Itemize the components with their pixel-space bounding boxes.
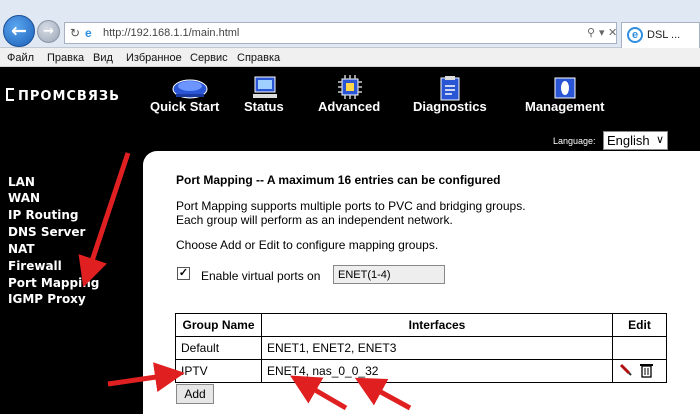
column-header-group: Group Name — [175, 313, 262, 337]
language-bar: Language: English ∨ — [143, 131, 700, 151]
stop-icon[interactable]: ✕ — [608, 26, 617, 39]
menu-file[interactable]: Файл — [7, 52, 34, 64]
menu-edit[interactable]: Правка — [47, 52, 84, 64]
edit-actions — [619, 363, 653, 378]
virtual-ports-field[interactable]: ENET(1-4) — [333, 265, 445, 284]
edit-cell — [612, 359, 667, 383]
edit-pencil-icon[interactable] — [619, 363, 632, 376]
instructions-text: Choose Add or Edit to configure mapping … — [176, 238, 439, 252]
sidebar-item-lan[interactable]: LAN — [8, 175, 35, 189]
virtual-ports-label: Enable virtual ports on — [201, 269, 321, 283]
back-button[interactable]: ← — [3, 15, 35, 47]
main-content: Port Mapping -- A maximum 16 entries can… — [143, 151, 700, 414]
url-text[interactable]: http://192.168.1.1/main.html — [103, 27, 239, 39]
advanced-chip-icon — [338, 75, 362, 99]
management-icon — [554, 77, 576, 99]
description-line-1: Port Mapping supports multiple ports to … — [176, 199, 526, 213]
language-select[interactable]: English ∨ — [603, 131, 668, 150]
delete-trash-icon[interactable] — [640, 363, 653, 378]
menu-view[interactable]: Вид — [93, 52, 113, 64]
sidebar-item-igmp-proxy[interactable]: IGMP Proxy — [8, 292, 86, 306]
router-page: ПРОМСВЯЗЬ Quick Start Status Advanced Di… — [0, 67, 700, 414]
interfaces-cell: ENET1, ENET2, ENET3 — [261, 336, 613, 360]
add-button[interactable]: Add — [176, 384, 214, 404]
sidebar-item-port-mapping[interactable]: Port Mapping — [8, 276, 99, 290]
browser-chrome: ← → ↻ e http://192.168.1.1/main.html ⚲ ▾… — [0, 0, 700, 67]
menu-help[interactable]: Справка — [237, 52, 280, 64]
sidebar-menu: LAN WAN IP Routing DNS Server NAT Firewa… — [0, 151, 143, 414]
page-title: Port Mapping -- A maximum 16 entries can… — [176, 173, 501, 187]
diagnostics-clipboard-icon — [440, 76, 460, 101]
table-row: Default ENET1, ENET2, ENET3 — [175, 336, 667, 360]
top-navigation: Quick Start Status Advanced Diagnostics … — [140, 67, 700, 129]
port-mapping-table: Group Name Interfaces Edit Default ENET1… — [175, 313, 667, 383]
search-icon[interactable]: ⚲ — [587, 26, 595, 39]
group-name-cell: Default — [175, 336, 262, 360]
virtual-ports-checkbox[interactable]: ✓ — [177, 267, 190, 280]
sidebar-item-dns-server[interactable]: DNS Server — [8, 225, 85, 239]
quick-start-icon — [172, 79, 208, 99]
sidebar-item-ip-routing[interactable]: IP Routing — [8, 208, 78, 222]
status-icon — [253, 76, 277, 98]
group-name-cell: IPTV — [175, 359, 262, 383]
tab-title: DSL ... — [647, 29, 681, 41]
ie-page-icon: e — [85, 26, 92, 40]
language-label: Language: — [553, 136, 596, 146]
browser-toolbar: ← → ↻ e http://192.168.1.1/main.html ⚲ ▾… — [0, 0, 700, 48]
interfaces-cell: ENET4, nas_0_0_32 — [261, 359, 613, 383]
logo-mark-icon — [6, 88, 14, 101]
language-value: English — [607, 133, 650, 148]
sidebar-item-wan[interactable]: WAN — [8, 191, 40, 205]
browser-tab[interactable]: e DSL ... — [621, 22, 700, 48]
forward-button[interactable]: → — [37, 20, 60, 43]
ie-tab-icon: e — [627, 27, 643, 43]
brand-logo: ПРОМСВЯЗЬ — [6, 88, 120, 104]
edit-cell — [612, 336, 667, 360]
description-line-2: Each group will perform as an independen… — [176, 213, 453, 227]
nav-status-label: Status — [244, 99, 284, 114]
refresh-icon[interactable]: ↻ — [70, 26, 80, 40]
dropdown-icon[interactable]: ▾ — [599, 26, 605, 39]
nav-advanced-label: Advanced — [318, 99, 381, 114]
browser-menubar: Файл Правка Вид Избранное Сервис Справка — [0, 49, 700, 67]
sidebar-item-firewall[interactable]: Firewall — [8, 259, 62, 273]
column-header-edit: Edit — [612, 313, 667, 337]
table-row: IPTV ENET4, nas_0_0_32 — [175, 359, 667, 383]
nav-management-label: Management — [525, 99, 605, 114]
chevron-down-icon: ∨ — [655, 134, 664, 146]
menu-favorites[interactable]: Избранное — [126, 52, 182, 64]
menu-tools[interactable]: Сервис — [190, 52, 228, 64]
column-header-interfaces: Interfaces — [261, 313, 613, 337]
address-bar[interactable]: ↻ e http://192.168.1.1/main.html ⚲ ▾ ✕ — [64, 22, 617, 44]
nav-quick-start-label: Quick Start — [150, 99, 220, 114]
nav-diagnostics-label: Diagnostics — [413, 99, 487, 114]
logo-text: ПРОМСВЯЗЬ — [18, 89, 120, 104]
sidebar-item-nat[interactable]: NAT — [8, 242, 35, 256]
